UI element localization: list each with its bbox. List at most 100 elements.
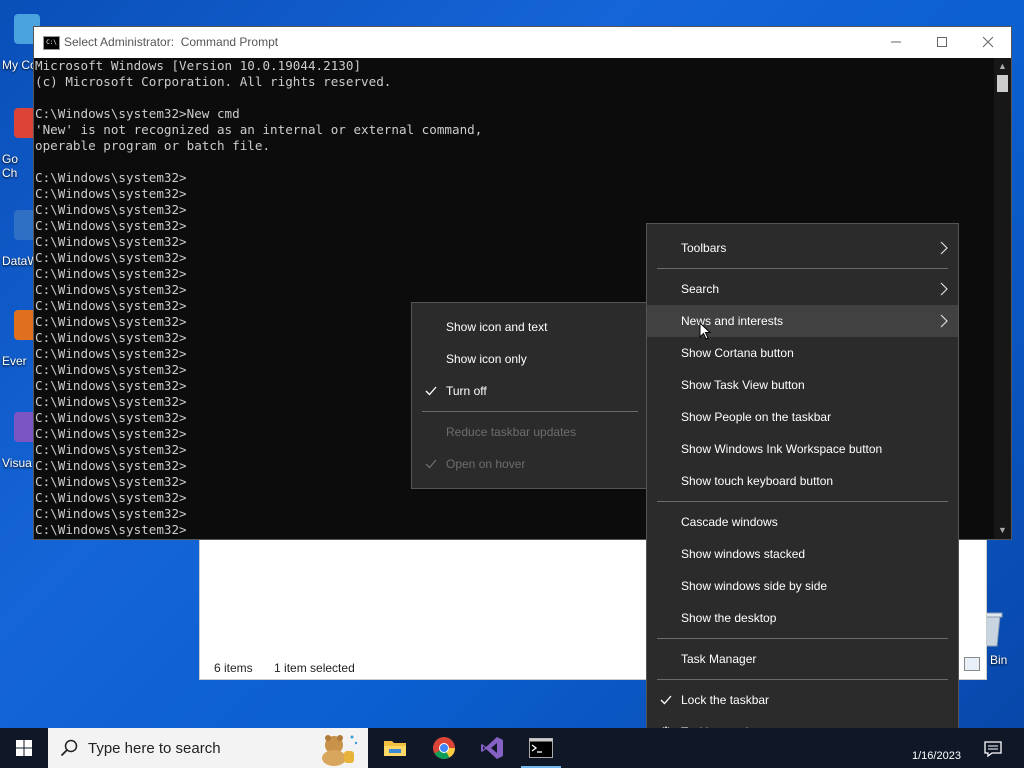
desktop-icon-label: Visua (2, 456, 32, 470)
menu-item-toolbars[interactable]: Toolbars (647, 232, 958, 264)
menu-item-label: Show icon only (446, 352, 527, 366)
menu-item-label: Show the desktop (681, 611, 777, 625)
menu-item-label: Show Cortana button (681, 346, 794, 360)
menu-item-show-cortana-button[interactable]: Show Cortana button (647, 337, 958, 369)
start-button[interactable] (0, 728, 48, 768)
menu-item-show-touch-keyboard-button[interactable]: Show touch keyboard button (647, 465, 958, 497)
chevron-right-icon (940, 273, 948, 308)
chevron-right-icon (940, 305, 948, 340)
menu-separator (657, 679, 948, 680)
console-line: operable program or batch file. (35, 138, 271, 153)
window-titlebar[interactable]: C:\ Select Administrator: Command Prompt (34, 27, 1011, 58)
console-line: Microsoft Windows [Version 10.0.19044.21… (35, 58, 362, 73)
menu-item-label: Show Task View button (681, 378, 805, 392)
taskbar-search-box[interactable]: Type here to search (48, 728, 368, 768)
chevron-right-icon (940, 232, 948, 267)
checkmark-icon (423, 375, 439, 409)
taskbar: Type here to search 1/16/2023 (0, 728, 1024, 768)
desktop-icon-label: My Co (2, 58, 37, 72)
windows-logo-icon (16, 740, 32, 756)
visual-studio-icon (481, 737, 503, 759)
cmd-icon: C:\ (43, 36, 60, 50)
menu-item-label: Show windows side by side (681, 579, 828, 593)
chrome-icon (433, 737, 455, 759)
taskbar-command-prompt[interactable] (517, 728, 565, 768)
console-line: C:\Windows\system32>New cmd (35, 106, 240, 121)
taskbar-visual-studio[interactable] (468, 728, 516, 768)
menu-item-label: Search (681, 282, 720, 296)
checkmark-icon (423, 448, 439, 482)
action-center-button[interactable] (980, 738, 1006, 760)
items-count: 6 items (214, 661, 253, 675)
menu-separator (657, 638, 948, 639)
scroll-thumb[interactable] (997, 75, 1008, 92)
command-prompt-icon (529, 738, 553, 758)
console-line: C:\Windows\system32> (35, 202, 187, 217)
notification-icon (984, 741, 1002, 757)
checkmark-icon (658, 684, 674, 718)
menu-item-label: Open on hover (446, 457, 526, 471)
menu-item-show-icon-and-text[interactable]: Show icon and text (412, 311, 648, 343)
menu-item-show-people-on-the-taskbar[interactable]: Show People on the taskbar (647, 401, 958, 433)
vertical-scrollbar[interactable]: ▲ ▼ (994, 58, 1011, 539)
console-line: C:\Windows\system32> (35, 186, 187, 201)
menu-item-label: Lock the taskbar (681, 693, 770, 707)
menu-item-label: Toolbars (681, 241, 727, 255)
menu-item-show-task-view-button[interactable]: Show Task View button (647, 369, 958, 401)
desktop-icon-label: Ever (2, 354, 27, 368)
menu-item-label: Show windows stacked (681, 547, 806, 561)
menu-item-label: Show touch keyboard button (681, 474, 834, 488)
console-line: 'New' is not recognized as an internal o… (35, 122, 483, 137)
menu-item-show-windows-ink-workspace-button[interactable]: Show Windows Ink Workspace button (647, 433, 958, 465)
menu-item-cascade-windows[interactable]: Cascade windows (647, 506, 958, 538)
menu-item-show-the-desktop[interactable]: Show the desktop (647, 602, 958, 634)
menu-item-open-on-hover: Open on hover (412, 448, 648, 480)
scroll-down-arrow-icon[interactable]: ▼ (994, 522, 1011, 539)
minimize-button[interactable] (873, 27, 919, 58)
details-view-button[interactable] (964, 657, 980, 671)
menu-item-label: Task Manager (681, 652, 757, 666)
minimize-icon (891, 41, 901, 43)
maximize-button[interactable] (919, 27, 965, 58)
menu-item-label: Reduce taskbar updates (446, 425, 577, 439)
search-placeholder: Type here to search (88, 740, 221, 757)
close-button[interactable] (965, 27, 1011, 58)
scroll-up-arrow-icon[interactable]: ▲ (994, 58, 1011, 75)
folder-icon (384, 741, 406, 756)
menu-item-turn-off[interactable]: Turn off (412, 375, 648, 407)
console-line: C:\Windows\system32> (35, 170, 187, 185)
menu-separator (422, 411, 638, 412)
search-icon (60, 739, 78, 757)
menu-item-news-and-interests[interactable]: News and interests (647, 305, 958, 337)
maximize-icon (937, 37, 947, 47)
menu-item-reduce-taskbar-updates: Reduce taskbar updates (412, 416, 648, 448)
close-icon (982, 36, 994, 48)
menu-item-search[interactable]: Search (647, 273, 958, 305)
menu-item-show-windows-side-by-side[interactable]: Show windows side by side (647, 570, 958, 602)
explorer-status-bar: 6 items 1 item selected (214, 661, 373, 675)
menu-item-label: Show Windows Ink Workspace button (681, 442, 883, 456)
selected-count: 1 item selected (274, 661, 355, 675)
window-title: Select Administrator: Command Prompt (64, 35, 279, 49)
mouse-cursor-icon (699, 322, 711, 340)
menu-item-show-icon-only[interactable]: Show icon only (412, 343, 648, 375)
menu-item-label: News and interests (681, 314, 784, 328)
console-line: (c) Microsoft Corporation. All rights re… (35, 74, 392, 89)
menu-item-label: Cascade windows (681, 515, 778, 529)
menu-item-show-windows-stacked[interactable]: Show windows stacked (647, 538, 958, 570)
search-highlight-illustration-icon (322, 735, 358, 766)
menu-item-label: Turn off (446, 384, 487, 398)
desktop-icon-label: Go Ch (2, 152, 19, 180)
taskbar-chrome[interactable] (420, 728, 468, 768)
taskbar-context-menu: Toolbars Search News and interests Show Cor… (646, 223, 959, 752)
taskbar-file-explorer[interactable] (371, 728, 419, 768)
taskbar-date[interactable]: 1/16/2023 (912, 750, 961, 762)
menu-separator (657, 268, 948, 269)
menu-item-task-manager[interactable]: Task Manager (647, 643, 958, 675)
menu-item-lock-the-taskbar[interactable]: Lock the taskbar (647, 684, 958, 716)
news-interests-submenu: Show icon and text Show icon only Turn off… (411, 302, 649, 489)
menu-item-label: Show icon and text (446, 320, 548, 334)
menu-item-label: Show People on the taskbar (681, 410, 832, 424)
